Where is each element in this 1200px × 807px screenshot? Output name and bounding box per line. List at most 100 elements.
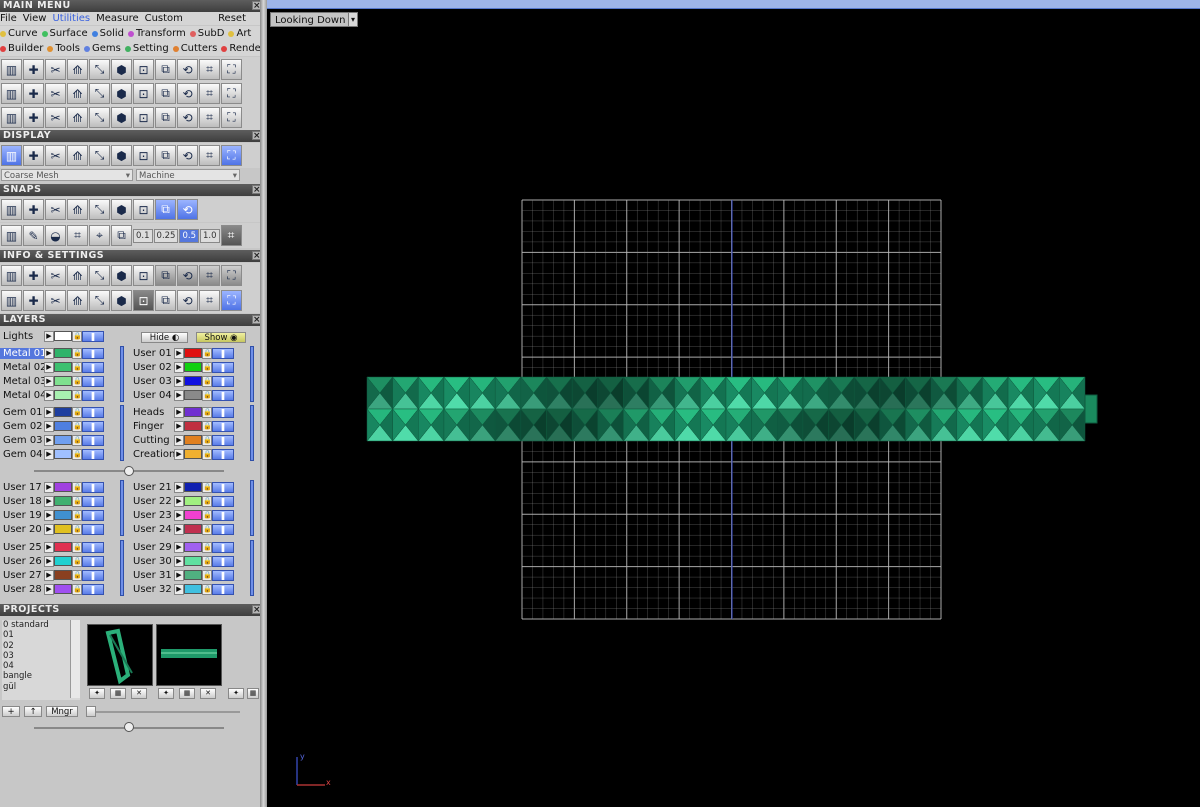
- expand-arrow-icon[interactable]: ▶: [174, 420, 184, 432]
- info-tool-5-icon[interactable]: ⤡: [89, 265, 110, 286]
- layer-group-bar[interactable]: [250, 540, 254, 596]
- layer-row-creation[interactable]: Creation ▶ 🔒 ❚: [130, 447, 234, 461]
- layer-color-swatch[interactable]: [184, 510, 202, 520]
- snap2-tool-4-icon[interactable]: ⌗: [67, 225, 88, 246]
- main-tool-10-icon[interactable]: ⌗: [199, 59, 220, 80]
- category-gems[interactable]: Gems: [84, 41, 121, 56]
- lock-icon[interactable]: 🔒: [72, 361, 82, 373]
- layer-color-swatch[interactable]: [184, 556, 202, 566]
- visibility-toggle[interactable]: ❚: [212, 389, 234, 401]
- snap-tool-7-icon[interactable]: ⊡: [133, 199, 154, 220]
- layer-color-swatch[interactable]: [54, 449, 72, 459]
- layer-color-swatch[interactable]: [184, 449, 202, 459]
- main3-tool-10-icon[interactable]: ⌗: [199, 107, 220, 128]
- layer-name[interactable]: User 18: [0, 496, 44, 507]
- display-tool-9-icon[interactable]: ⟲: [177, 145, 198, 166]
- lights-color-swatch[interactable]: [54, 331, 72, 341]
- lock-icon[interactable]: 🔒: [202, 406, 212, 418]
- layer-color-swatch[interactable]: [54, 421, 72, 431]
- thumbnail-scroll-slider[interactable]: [86, 711, 240, 713]
- layer-name[interactable]: Metal 01: [0, 347, 44, 359]
- layer-color-swatch[interactable]: [54, 435, 72, 445]
- layer-color-swatch[interactable]: [54, 362, 72, 372]
- layer-name[interactable]: User 32: [130, 584, 174, 595]
- layer-group-bar[interactable]: [120, 480, 124, 536]
- visibility-toggle[interactable]: ❚: [212, 361, 234, 373]
- main2-tool-1-icon[interactable]: ▥: [1, 83, 22, 104]
- layer-name[interactable]: Metal 02: [0, 362, 44, 373]
- layer-name[interactable]: User 22: [130, 496, 174, 507]
- main-tool-6-icon[interactable]: ⬢: [111, 59, 132, 80]
- lock-icon[interactable]: 🔒: [202, 583, 212, 595]
- layer-group-bar[interactable]: [120, 346, 124, 402]
- snap2-tool-1-icon[interactable]: ▥: [1, 225, 22, 246]
- visibility-toggle[interactable]: ❚: [212, 481, 234, 493]
- layer-color-swatch[interactable]: [54, 524, 72, 534]
- layer-name[interactable]: User 26: [0, 556, 44, 567]
- project-thumbnail-empty[interactable]: [225, 624, 260, 686]
- lock-icon[interactable]: 🔒: [72, 434, 82, 446]
- category-subd[interactable]: SubD: [189, 26, 224, 41]
- layer-name[interactable]: User 20: [0, 524, 44, 535]
- layer-row-metal-01[interactable]: Metal 01 ▶ 🔒 ❚: [0, 346, 104, 360]
- layer-name[interactable]: Cutting: [130, 435, 174, 446]
- expand-arrow-icon[interactable]: ▶: [174, 361, 184, 373]
- layer-color-swatch[interactable]: [184, 407, 202, 417]
- layer-color-swatch[interactable]: [184, 542, 202, 552]
- lock-icon[interactable]: 🔒: [202, 555, 212, 567]
- save-project-button-2[interactable]: ▦: [179, 688, 195, 699]
- projects-slider-knob[interactable]: [124, 722, 134, 732]
- layer-row-user-32[interactable]: User 32 ▶ 🔒 ❚: [130, 582, 234, 596]
- expand-arrow-icon[interactable]: ▶: [174, 406, 184, 418]
- layer-row-finger[interactable]: Finger ▶ 🔒 ❚: [130, 419, 234, 433]
- layer-row-user-25[interactable]: User 25 ▶ 🔒 ❚: [0, 540, 104, 554]
- layer-name[interactable]: User 03: [130, 376, 174, 387]
- snap2-tool-3-icon[interactable]: ◒: [45, 225, 66, 246]
- info-tool-9-icon[interactable]: ⟲: [177, 265, 198, 286]
- layer-row-user-04[interactable]: User 04 ▶ 🔒 ❚: [130, 388, 234, 402]
- expand-arrow-icon[interactable]: ▶: [174, 347, 184, 359]
- lock-icon[interactable]: 🔒: [72, 406, 82, 418]
- expand-arrow-icon[interactable]: ▶: [174, 448, 184, 460]
- info2-tool-1-icon[interactable]: ▥: [1, 290, 22, 311]
- layer-row-user-21[interactable]: User 21 ▶ 🔒 ❚: [130, 480, 234, 494]
- main3-tool-4-icon[interactable]: ⟰: [67, 107, 88, 128]
- visibility-toggle[interactable]: ❚: [82, 406, 104, 418]
- display-tool-8-icon[interactable]: ⧉: [155, 145, 176, 166]
- expand-arrow-icon[interactable]: ▶: [174, 523, 184, 535]
- main3-tool-6-icon[interactable]: ⬢: [111, 107, 132, 128]
- expand-arrow-icon[interactable]: ▶: [174, 583, 184, 595]
- snap-tool-2-icon[interactable]: ✚: [23, 199, 44, 220]
- snap-value-0.25[interactable]: 0.25: [153, 228, 179, 243]
- expand-arrow-icon[interactable]: ▶: [44, 495, 54, 507]
- layer-color-swatch[interactable]: [184, 348, 202, 358]
- snap2-tool-2-icon[interactable]: ✎: [23, 225, 44, 246]
- lock-icon[interactable]: 🔒: [72, 375, 82, 387]
- main2-tool-9-icon[interactable]: ⟲: [177, 83, 198, 104]
- layer-name[interactable]: User 30: [130, 556, 174, 567]
- save-project-button-3[interactable]: ▦: [247, 688, 259, 699]
- main3-tool-5-icon[interactable]: ⤡: [89, 107, 110, 128]
- layer-name[interactable]: User 29: [130, 542, 174, 553]
- layer-row-gem-02[interactable]: Gem 02 ▶ 🔒 ❚: [0, 419, 104, 433]
- material-select[interactable]: Machine: [136, 169, 240, 182]
- layer-name[interactable]: User 25: [0, 542, 44, 553]
- snap-tool-8-icon[interactable]: ⧉: [155, 199, 176, 220]
- menu-file[interactable]: File: [0, 12, 17, 25]
- main2-tool-11-icon[interactable]: ⛶: [221, 83, 242, 104]
- main3-tool-8-icon[interactable]: ⧉: [155, 107, 176, 128]
- expand-arrow-icon[interactable]: ▶: [44, 389, 54, 401]
- expand-arrow-icon[interactable]: ▶: [174, 434, 184, 446]
- layer-group-bar[interactable]: [120, 405, 124, 461]
- visibility-toggle[interactable]: ❚: [82, 361, 104, 373]
- info2-tool-3-icon[interactable]: ✂: [45, 290, 66, 311]
- delete-project-button[interactable]: ✕: [131, 688, 147, 699]
- layer-name[interactable]: Gem 03: [0, 435, 44, 446]
- layer-name[interactable]: User 01: [130, 348, 174, 359]
- info2-tool-8-icon[interactable]: ⧉: [155, 290, 176, 311]
- project-list-item[interactable]: 04: [2, 661, 80, 671]
- visibility-toggle[interactable]: ❚: [82, 448, 104, 460]
- main2-tool-6-icon[interactable]: ⬢: [111, 83, 132, 104]
- layer-color-swatch[interactable]: [184, 524, 202, 534]
- expand-arrow-icon[interactable]: ▶: [174, 555, 184, 567]
